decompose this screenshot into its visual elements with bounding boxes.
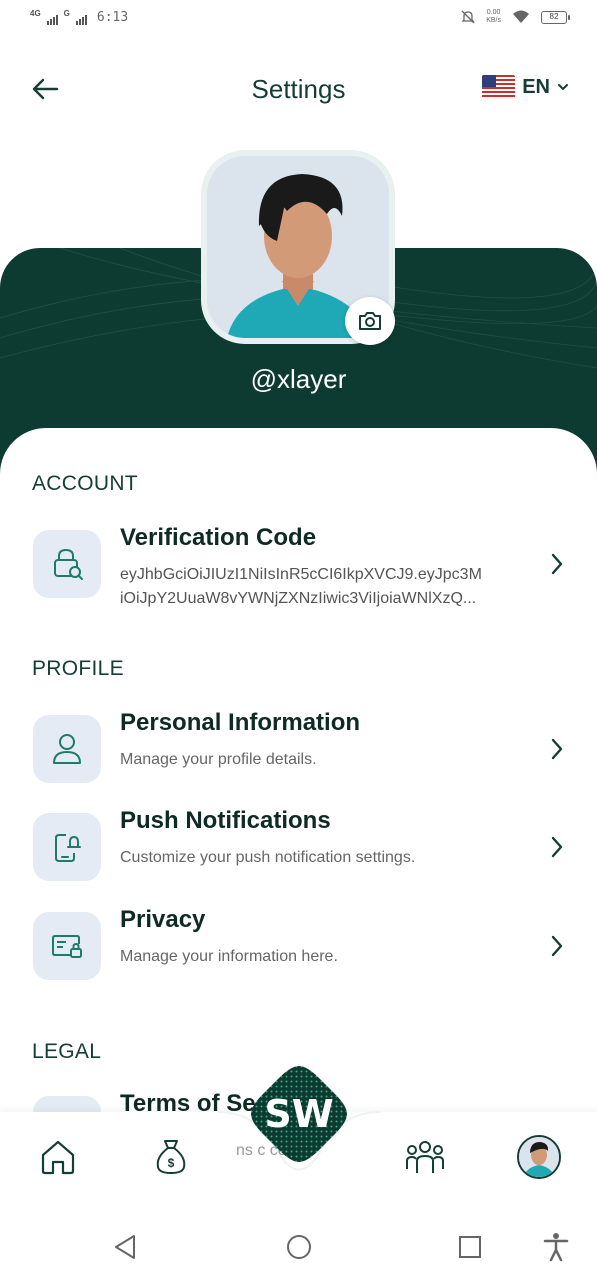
verification-code-title: Verification Code [120, 524, 317, 551]
lock-search-icon [33, 530, 101, 598]
battery-icon: 82 [541, 10, 570, 24]
verification-code-line-2: iOiJpY2UuaW8vYWNjZXNzIiwic3ViIjoiaWNlXzQ… [120, 590, 477, 607]
system-navigation [0, 1212, 597, 1280]
username: @xlayer [250, 364, 347, 394]
id-card-lock-icon [33, 912, 101, 980]
status-bar: 4G G 6:13 0.00 KB/s 82 [0, 0, 597, 40]
logo-text: SW [264, 1092, 333, 1136]
home-icon [41, 1140, 75, 1175]
speed-unit: KB/s [486, 17, 501, 24]
personal-information-row[interactable]: Personal Information Manage your profile… [32, 709, 572, 787]
personal-information-title: Personal Information [120, 709, 361, 736]
speed-value: 0.00 [486, 9, 501, 16]
chevron-down-icon [558, 84, 568, 91]
push-notifications-title: Push Notifications [120, 807, 331, 834]
person-icon [33, 715, 101, 783]
profile-avatar [517, 1135, 561, 1179]
clock: 6:13 [96, 10, 129, 25]
money-bag-icon: $ [156, 1140, 186, 1174]
chevron-right-icon [551, 836, 563, 858]
nav-home[interactable] [33, 1132, 83, 1182]
bell-off-icon [461, 10, 475, 24]
nav-wallet[interactable]: $ [146, 1132, 196, 1182]
signal-icon [75, 11, 87, 25]
system-recents-button[interactable] [455, 1232, 485, 1262]
wifi-icon [513, 10, 529, 23]
status-left: 4G G 6:13 [30, 9, 129, 25]
privacy-title: Privacy [120, 906, 206, 933]
phone-bell-icon [33, 813, 101, 881]
team-icon [406, 1141, 444, 1173]
privacy-row[interactable]: Privacy Manage your information here. [32, 906, 572, 984]
privacy-subtitle: Manage your information here. [120, 948, 338, 965]
chevron-right-icon [551, 738, 563, 760]
push-notifications-row[interactable]: Push Notifications Customize your push n… [32, 807, 572, 885]
signal-icon [46, 11, 58, 25]
verification-code-line-1: eyJhbGciOiJIUzI1NiIsInR5cCI6IkpXVCJ9.eyJ… [120, 566, 482, 583]
header: Settings EN [0, 60, 597, 120]
square-recents-icon [459, 1236, 481, 1258]
settings-content: ACCOUNT Verification Code eyJhbGciOiJIUz… [0, 428, 597, 1148]
section-account-title: ACCOUNT [32, 472, 138, 495]
network-type-1: 4G [30, 9, 41, 18]
verification-code-value: eyJhbGciOiJIUzI1NiIsInR5cCI6IkpXVCJ9.eyJ… [120, 563, 530, 611]
chevron-right-icon [551, 553, 563, 575]
nav-team[interactable] [400, 1132, 450, 1182]
status-right: 0.00 KB/s 82 [460, 9, 570, 25]
section-profile-title: PROFILE [32, 657, 124, 680]
nav-profile[interactable] [514, 1132, 564, 1182]
language-code: EN [522, 75, 550, 98]
verification-code-row[interactable]: Verification Code eyJhbGciOiJIUzI1NiIsIn… [32, 524, 572, 607]
network-speed: 0.00 KB/s [486, 9, 501, 25]
chevron-right-icon [551, 935, 563, 957]
accessibility-icon [543, 1233, 569, 1262]
svg-text:$: $ [168, 1156, 175, 1170]
personal-information-subtitle: Manage your profile details. [120, 751, 317, 768]
system-back-button[interactable] [110, 1232, 140, 1262]
section-legal-title: LEGAL [32, 1040, 102, 1063]
language-selector[interactable]: EN [482, 75, 569, 99]
circle-home-icon [287, 1235, 311, 1259]
network-type-2: G [63, 9, 70, 18]
system-home-button[interactable] [284, 1232, 314, 1262]
accessibility-button[interactable] [541, 1232, 571, 1262]
sw-logo-button[interactable]: SW [249, 1064, 349, 1164]
battery-level: 82 [549, 11, 559, 21]
camera-icon [359, 312, 381, 330]
push-notifications-subtitle: Customize your push notification setting… [120, 849, 416, 866]
triangle-back-icon [115, 1235, 135, 1259]
us-flag-icon [482, 75, 516, 99]
change-photo-button[interactable] [345, 297, 395, 345]
